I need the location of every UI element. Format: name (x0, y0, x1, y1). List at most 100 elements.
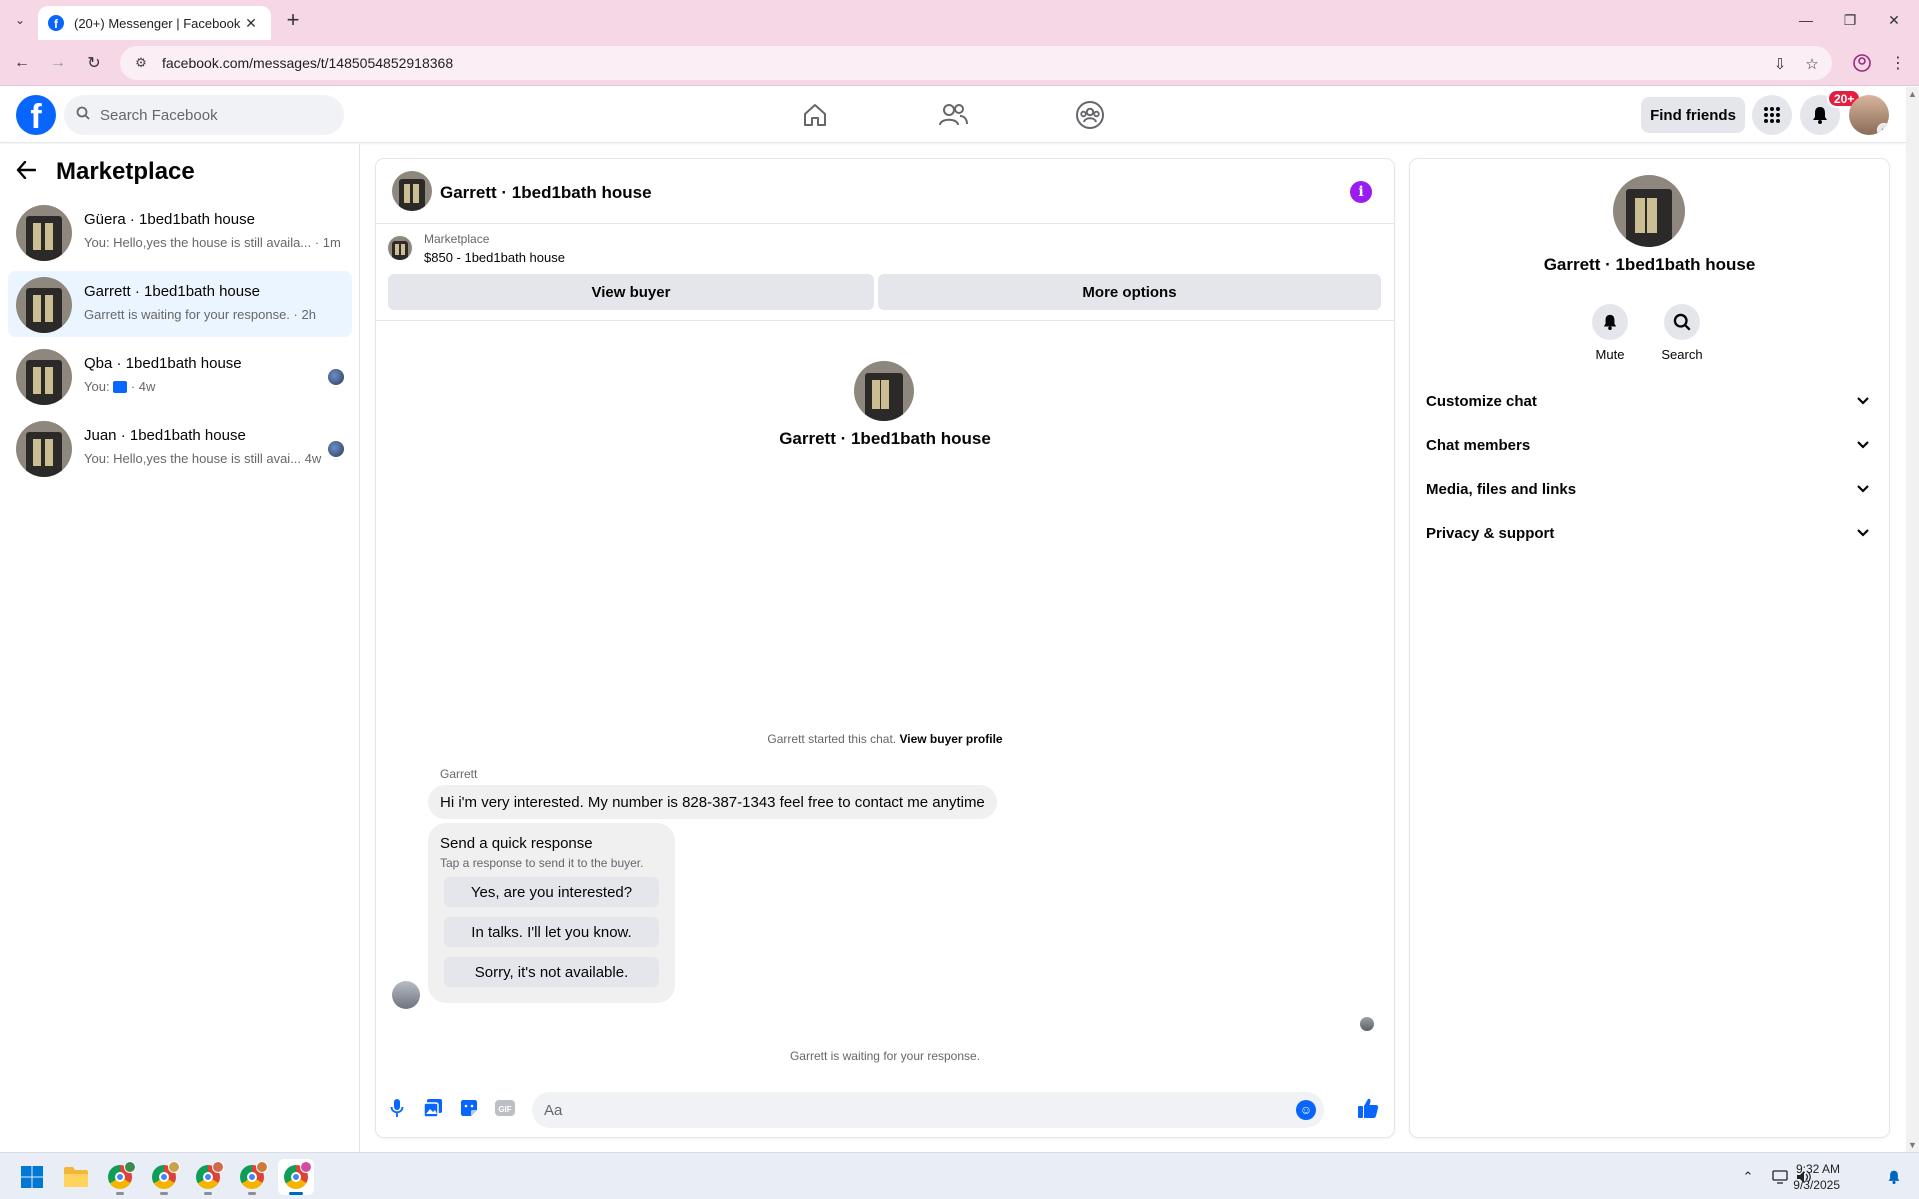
photo-icon[interactable] (421, 1096, 445, 1120)
facebook-favicon-icon: f (48, 15, 64, 31)
chrome-profile-2-icon[interactable] (146, 1159, 182, 1195)
chat-item-qba[interactable]: Qba · 1bed1bath house You: · 4w (8, 343, 352, 409)
site-info-icon[interactable]: ⚙ (132, 54, 150, 72)
conversation-avatar[interactable] (392, 171, 432, 211)
profile-badge-icon (212, 1161, 224, 1173)
facebook-header: f Find friends 20+ ▾ (0, 87, 1906, 143)
info-name: Garrett · 1bed1bath house (1543, 255, 1756, 274)
chat-item-garrett[interactable]: Garrett · 1bed1bath house Garrett is wai… (8, 271, 352, 337)
more-options-button[interactable]: More options (878, 274, 1381, 310)
sticker-icon[interactable] (457, 1096, 481, 1120)
page-scrollbar[interactable]: ▲ ▼ (1906, 87, 1919, 1152)
scroll-down-icon[interactable]: ▼ (1908, 1140, 1917, 1150)
tab-close-icon[interactable]: ✕ (241, 15, 261, 32)
marketplace-header: Marketplace (16, 158, 195, 186)
profile-badge-icon (124, 1161, 136, 1173)
account-avatar[interactable]: ▾ (1849, 95, 1889, 135)
reload-icon[interactable]: ↻ (82, 51, 106, 75)
find-friends-button[interactable]: Find friends (1641, 97, 1745, 133)
chrome-profile-5-icon[interactable] (278, 1159, 314, 1195)
chat-name: Garrett · 1bed1bath house (84, 283, 260, 300)
chat-time: 1m (322, 235, 341, 250)
conversation-title[interactable]: Garrett · 1bed1bath house (440, 183, 652, 203)
chrome-profile-3-icon[interactable] (190, 1159, 226, 1195)
quick-response-in-talks-button[interactable]: In talks. I'll let you know. (444, 917, 659, 947)
url-text[interactable]: facebook.com/messages/t/1485054852918368 (162, 55, 453, 71)
chat-time: 2h (301, 307, 316, 322)
home-nav-icon[interactable] (759, 87, 871, 143)
gif-icon[interactable]: GIF (493, 1096, 517, 1120)
bookmark-star-icon[interactable]: ☆ (1802, 54, 1822, 74)
quick-response-yes-button[interactable]: Yes, are you interested? (444, 877, 659, 907)
browser-menu-icon[interactable]: ⋮ (1886, 51, 1910, 75)
chat-time: 4w (138, 379, 156, 394)
chat-avatar (16, 349, 72, 405)
system-clock[interactable]: 9:32 AM 9/3/2025 (1766, 1161, 1840, 1193)
minimize-icon[interactable]: — (1788, 6, 1824, 34)
customize-chat-section[interactable]: Customize chat (1418, 381, 1881, 421)
view-buyer-profile-link[interactable]: View buyer profile (899, 732, 1002, 746)
chrome-profile-1-icon[interactable] (102, 1159, 138, 1195)
message-input-wrap[interactable]: ☺ (532, 1092, 1324, 1128)
thumbs-up-icon[interactable] (1356, 1096, 1380, 1120)
forward-arrow-icon[interactable]: → (46, 51, 70, 75)
chat-avatar (16, 277, 72, 333)
privacy-support-section[interactable]: Privacy & support (1418, 513, 1881, 553)
search-label: Search (1661, 347, 1703, 362)
groups-nav-icon[interactable] (1034, 87, 1146, 143)
chat-members-section[interactable]: Chat members (1418, 425, 1881, 465)
notification-bell-icon[interactable] (1884, 1167, 1904, 1187)
listing-title: $850 - 1bed1bath house (424, 250, 565, 265)
mute-label: Mute (1595, 347, 1625, 362)
section-label: Customize chat (1426, 392, 1537, 410)
clock-date: 9/3/2025 (1793, 1178, 1840, 1192)
friends-nav-icon[interactable] (897, 87, 1009, 143)
media-files-links-section[interactable]: Media, files and links (1418, 469, 1881, 509)
facebook-search[interactable] (64, 95, 344, 135)
view-buyer-button[interactable]: View buyer (388, 274, 874, 310)
emoji-icon[interactable]: ☺ (1296, 1100, 1316, 1120)
chat-name: Juan · 1bed1bath house (84, 427, 246, 444)
clock-time: 9:32 AM (1795, 1162, 1840, 1176)
running-indicator (248, 1192, 256, 1195)
facebook-logo-icon[interactable]: f (16, 95, 56, 135)
message-bubble[interactable]: Hi i'm very interested. My number is 828… (428, 785, 997, 819)
windows-taskbar: ⌃ 9:32 AM 9/3/2025 (0, 1152, 1919, 1199)
conversation-pane: Garrett · 1bed1bath house i Marketplace … (376, 159, 1394, 1137)
mute-button[interactable]: Mute (1580, 304, 1640, 362)
waiting-note: Garrett is waiting for your response. (789, 1049, 981, 1063)
address-bar[interactable]: ⚙ facebook.com/messages/t/14850548529183… (120, 46, 1832, 80)
chat-preview: Garrett is waiting for your response. · … (84, 307, 316, 322)
intro-avatar (854, 361, 914, 421)
search-input[interactable] (100, 106, 320, 124)
scroll-up-icon[interactable]: ▲ (1908, 89, 1917, 99)
back-arrow-icon[interactable] (16, 159, 48, 185)
message-input[interactable] (544, 1101, 1284, 1119)
chat-avatar (16, 205, 72, 261)
tab-search-chevron-icon[interactable]: ⌄ (8, 8, 32, 32)
info-icon[interactable]: i (1350, 181, 1372, 203)
tray-chevron-up-icon[interactable]: ⌃ (1738, 1167, 1758, 1187)
search-in-conversation-button[interactable]: Search (1652, 304, 1712, 362)
chrome-profile-4-icon[interactable] (234, 1159, 270, 1195)
profile-icon[interactable] (1850, 51, 1874, 75)
menu-grid-icon[interactable] (1752, 95, 1792, 135)
chat-item-juan[interactable]: Juan · 1bed1bath house You: Hello,yes th… (8, 415, 352, 481)
quick-response-not-available-button[interactable]: Sorry, it's not available. (444, 957, 659, 987)
restore-icon[interactable]: ❐ (1832, 6, 1868, 34)
back-arrow-icon[interactable]: ← (10, 51, 34, 75)
browser-tab-messenger[interactable]: f (20+) Messenger | Facebook ✕ (38, 6, 271, 40)
install-app-icon[interactable]: ⇩ (1770, 54, 1790, 74)
new-tab-plus-icon[interactable]: + (281, 7, 305, 32)
chat-name: Qba · 1bed1bath house (84, 355, 242, 372)
conversation-header: Garrett · 1bed1bath house i (376, 159, 1394, 224)
chat-avatar (16, 421, 72, 477)
chat-item-guera[interactable]: Güera · 1bed1bath house You: Hello,yes t… (8, 199, 352, 265)
file-explorer-icon[interactable] (58, 1159, 94, 1195)
start-windows-icon[interactable] (14, 1159, 50, 1195)
chat-preview: You: Hello,yes the house is still avai..… (84, 451, 321, 466)
microphone-icon[interactable] (385, 1096, 409, 1120)
section-label: Privacy & support (1426, 524, 1555, 542)
intro-name: Garrett · 1bed1bath house (779, 429, 991, 448)
window-close-icon[interactable]: ✕ (1876, 6, 1912, 34)
